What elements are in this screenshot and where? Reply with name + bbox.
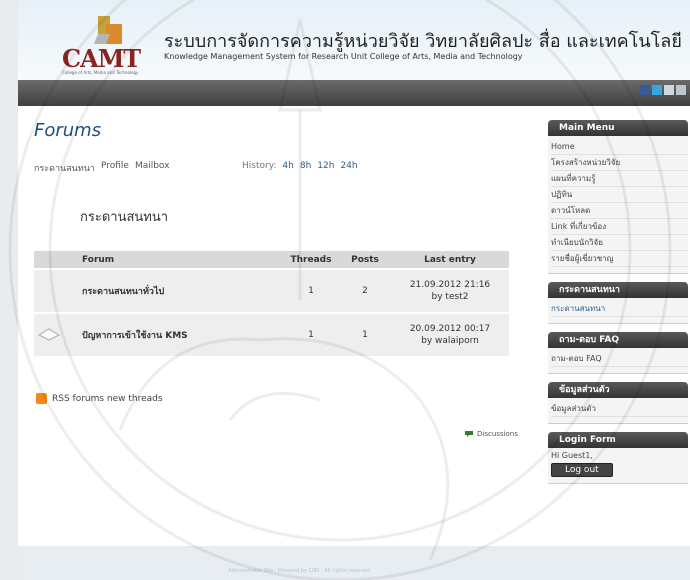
rss-icon xyxy=(36,393,47,404)
logout-button[interactable]: Log out xyxy=(551,463,613,477)
forum-col-header: Forum xyxy=(78,251,283,269)
share-icons xyxy=(640,85,686,95)
menu-item-home[interactable]: Home xyxy=(551,139,688,155)
history-8h-link[interactable]: 8h xyxy=(300,161,311,171)
site-footer: Administrator Site · Powered by CMS · Al… xyxy=(18,546,690,580)
discussions-icon xyxy=(465,431,473,437)
last-entry-col-header: Last entry xyxy=(391,251,509,269)
faq-box-title: ถาม-ตอบ FAQ xyxy=(548,332,688,348)
login-box: Login Form Hi Guest1, Log out xyxy=(548,432,688,484)
table-row[interactable]: ปัญหาการเข้าใช้งาน KMS 1 1 20.09.2012 00… xyxy=(34,312,509,356)
discussions-link[interactable]: Discussions xyxy=(464,430,518,438)
logo-subtext: College of Arts, Media and Technology xyxy=(62,70,139,75)
site-subtitle: Knowledge Management System for Research… xyxy=(164,52,523,61)
page: CAMT College of Arts, Media and Technolo… xyxy=(18,0,690,580)
forum-icon-cell xyxy=(34,312,78,356)
menu-item-links[interactable]: Link ที่เกี่ยวข้อง xyxy=(551,219,688,235)
threads-count: 1 xyxy=(283,268,339,313)
page-title: Forums xyxy=(34,120,102,141)
rss-link[interactable]: RSS forums new threads xyxy=(36,393,163,404)
site-title: ระบบการจัดการความรู้หน่วยวิจัย วิทยาลัยศ… xyxy=(164,31,682,52)
login-greeting: Hi Guest1, xyxy=(551,451,593,460)
menu-item-faq[interactable]: ถาม-ตอบ FAQ xyxy=(551,351,688,367)
login-box-title: Login Form xyxy=(548,432,688,448)
menu-item-experts[interactable]: รายชื่อผู้เชี่ยวชาญ xyxy=(551,251,688,267)
menu-item-knowledge-map[interactable]: แผนที่ความรู้ xyxy=(551,171,688,187)
last-entry-author: by walaiporn xyxy=(421,336,479,346)
facebook-icon[interactable] xyxy=(640,85,650,95)
main-menu-title: Main Menu xyxy=(548,120,688,136)
profile-link[interactable]: Profile xyxy=(101,161,129,175)
icon-col-header xyxy=(34,251,78,269)
profile-box: ข้อมูลส่วนตัว ข้อมูลส่วนตัว xyxy=(548,382,688,424)
faq-box: ถาม-ตอบ FAQ ถาม-ตอบ FAQ xyxy=(548,332,688,374)
forum-folder-icon xyxy=(37,327,61,341)
posts-col-header: Posts xyxy=(339,251,391,269)
posts-count: 2 xyxy=(339,268,391,313)
threads-count: 1 xyxy=(283,312,339,356)
camt-logo[interactable]: CAMT College of Arts, Media and Technolo… xyxy=(62,14,141,75)
forum-name-link[interactable]: กระดานสนทนาทั่วไป xyxy=(78,268,283,313)
logo-text: CAMT xyxy=(62,44,141,73)
site-header: CAMT College of Arts, Media and Technolo… xyxy=(18,0,690,80)
menu-item-structure[interactable]: โครงสร้างหน่วยวิจัย xyxy=(551,155,688,171)
sidebar: Main Menu Home โครงสร้างหน่วยวิจัย แผนที… xyxy=(548,120,688,492)
mailbox-link[interactable]: Mailbox xyxy=(135,161,170,175)
forum-name-link[interactable]: ปัญหาการเข้าใช้งาน KMS xyxy=(78,312,283,356)
history-label: History: xyxy=(242,161,277,171)
menu-item-profile[interactable]: ข้อมูลส่วนตัว xyxy=(551,401,688,417)
profile-box-title: ข้อมูลส่วนตัว xyxy=(548,382,688,398)
forum-box-title: กระดานสนทนา xyxy=(548,282,688,298)
main-menu-box: Main Menu Home โครงสร้างหน่วยวิจัย แผนที… xyxy=(548,120,688,274)
posts-count: 1 xyxy=(339,312,391,356)
history-24h-link[interactable]: 24h xyxy=(340,161,357,171)
history-12h-link[interactable]: 12h xyxy=(317,161,334,171)
menu-item-download[interactable]: ดาวน์โหลด xyxy=(551,203,688,219)
table-header-row: Forum Threads Posts Last entry xyxy=(34,251,509,269)
forum-home-link[interactable]: กระดานสนทนา xyxy=(34,161,95,175)
rss-label: RSS forums new threads xyxy=(52,393,163,404)
section-title: กระดานสนทนา xyxy=(80,210,169,225)
top-navbar xyxy=(18,80,690,106)
last-entry-date[interactable]: 20.09.2012 00:17 xyxy=(395,323,505,335)
menu-item-calendar[interactable]: ปฏิทิน xyxy=(551,187,688,203)
forum-links: กระดานสนทนา Profile Mailbox xyxy=(34,161,170,175)
threads-col-header: Threads xyxy=(283,251,339,269)
history-4h-link[interactable]: 4h xyxy=(282,161,293,171)
last-entry-author: by test2 xyxy=(431,292,469,302)
table-row[interactable]: กระดานสนทนาทั่วไป 1 2 21.09.2012 21:16 b… xyxy=(34,268,509,313)
last-entry: 20.09.2012 00:17 by walaiporn xyxy=(391,312,509,356)
discussions-label: Discussions xyxy=(477,430,518,438)
menu-item-researchers[interactable]: ทำเนียบนักวิจัย xyxy=(551,235,688,251)
footer-text: Administrator Site · Powered by CMS · Al… xyxy=(228,568,371,574)
logo-mark-icon xyxy=(94,16,122,44)
history-filter: History: 4h 8h 12h 24h xyxy=(242,161,358,171)
print-icon[interactable] xyxy=(676,85,686,95)
last-entry: 21.09.2012 21:16 by test2 xyxy=(391,268,509,313)
forum-icon-cell xyxy=(34,268,78,313)
last-entry-date[interactable]: 21.09.2012 21:16 xyxy=(395,279,505,291)
email-icon[interactable] xyxy=(664,85,674,95)
forum-table: Forum Threads Posts Last entry กระดานสนท… xyxy=(34,251,509,356)
forum-box: กระดานสนทนา กระดานสนทนา xyxy=(548,282,688,324)
menu-item-forum[interactable]: กระดานสนทนา xyxy=(551,301,688,317)
twitter-icon[interactable] xyxy=(652,85,662,95)
